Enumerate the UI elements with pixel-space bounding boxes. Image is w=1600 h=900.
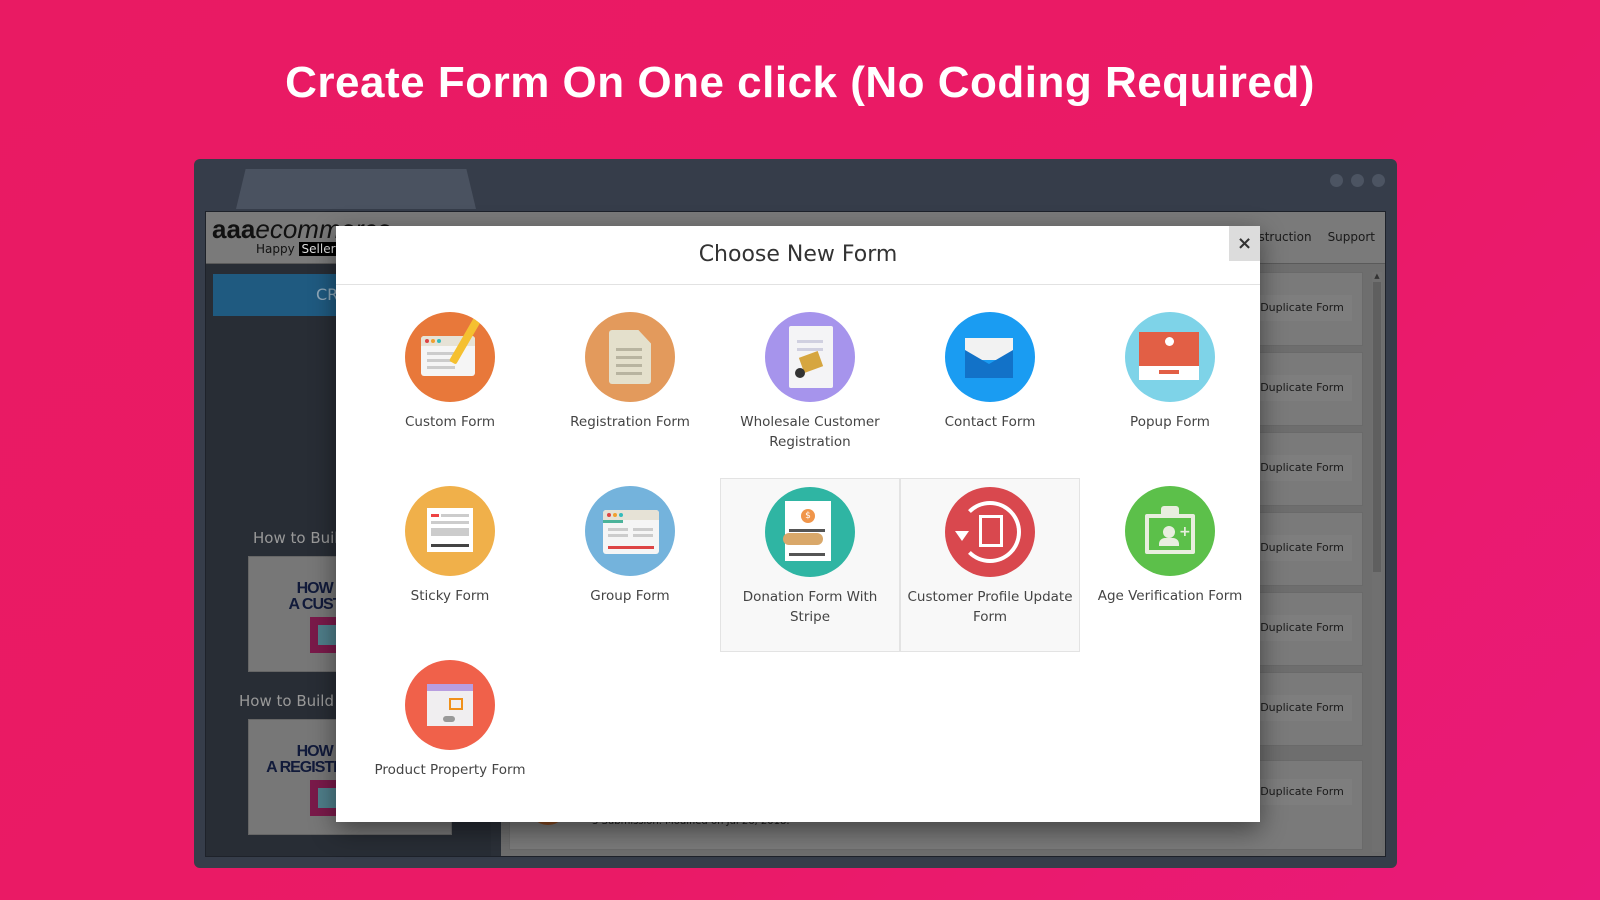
scrollbar-thumb[interactable] — [1373, 282, 1381, 572]
form-option-label: Age Verification Form — [1097, 588, 1243, 604]
form-option-contact[interactable]: Contact Form — [900, 304, 1080, 478]
duplicate-form-button[interactable]: Duplicate Form — [1252, 535, 1352, 561]
form-option-donation[interactable]: $ Donation Form With Stripe — [720, 478, 900, 652]
form-option-wholesale[interactable]: Wholesale Customer Registration — [720, 304, 900, 478]
scrollbar[interactable]: ▲ — [1372, 272, 1382, 852]
nav-support[interactable]: Support — [1328, 230, 1375, 244]
duplicate-form-button[interactable]: Duplicate Form — [1252, 695, 1352, 721]
header-nav: Instruction Support — [1247, 230, 1375, 244]
form-option-label: Customer Profile Update Form — [907, 589, 1073, 625]
form-option-registration[interactable]: Registration Form — [540, 304, 720, 478]
choose-form-modal: Choose New Form × Custom Form Registrati… — [336, 226, 1260, 822]
close-icon[interactable]: × — [1229, 226, 1260, 261]
grouped-window-icon — [585, 486, 675, 576]
form-option-group[interactable]: Group Form — [540, 478, 720, 652]
id-badge-icon: + — [1125, 486, 1215, 576]
browser-tab[interactable] — [236, 169, 476, 209]
form-option-age-verification[interactable]: + Age Verification Form — [1080, 478, 1260, 652]
scroll-up-icon[interactable]: ▲ — [1372, 272, 1382, 280]
page-headline: Create Form On One click (No Coding Requ… — [285, 58, 1315, 107]
form-option-sticky[interactable]: Sticky Form — [360, 478, 540, 652]
duplicate-form-button[interactable]: Duplicate Form — [1252, 295, 1352, 321]
form-option-label: Sticky Form — [410, 588, 490, 604]
browser-pencil-icon — [405, 312, 495, 402]
sticky-page-icon — [405, 486, 495, 576]
window-dot-icon[interactable] — [1351, 174, 1364, 187]
duplicate-form-button[interactable]: Duplicate Form — [1252, 615, 1352, 641]
form-option-label: Wholesale Customer Registration — [740, 414, 880, 450]
donation-hand-icon: $ — [765, 487, 855, 577]
form-type-grid: Custom Form Registration Form Wholesale — [360, 304, 1260, 826]
duplicate-form-button[interactable]: Duplicate Form — [1252, 779, 1352, 805]
form-option-label: Group Form — [590, 588, 670, 604]
window-dot-icon[interactable] — [1372, 174, 1385, 187]
form-option-label: Donation Form With Stripe — [742, 589, 878, 625]
form-option-label: Custom Form — [404, 414, 496, 430]
checkbox-window-icon — [405, 660, 495, 750]
hand-truck-document-icon — [765, 312, 855, 402]
modal-title: Choose New Form — [336, 226, 1260, 285]
document-icon — [585, 312, 675, 402]
duplicate-form-button[interactable]: Duplicate Form — [1252, 455, 1352, 481]
form-option-label: Product Property Form — [374, 762, 526, 778]
form-option-label: Popup Form — [1130, 414, 1210, 430]
logo-tagline: Happy — [256, 242, 295, 256]
duplicate-form-button[interactable]: Duplicate Form — [1252, 375, 1352, 401]
form-option-profile-update[interactable]: Customer Profile Update Form — [900, 478, 1080, 652]
window-controls — [1330, 174, 1385, 187]
envelope-icon — [945, 312, 1035, 402]
form-option-label: Contact Form — [944, 414, 1036, 430]
form-option-label: Registration Form — [570, 414, 690, 430]
popup-window-icon — [1125, 312, 1215, 402]
window-dot-icon[interactable] — [1330, 174, 1343, 187]
logo-bold: aaa — [212, 214, 256, 244]
refresh-document-icon — [945, 487, 1035, 577]
form-option-custom[interactable]: Custom Form — [360, 304, 540, 478]
form-option-product-property[interactable]: Product Property Form — [360, 652, 540, 826]
form-option-popup[interactable]: Popup Form — [1080, 304, 1260, 478]
